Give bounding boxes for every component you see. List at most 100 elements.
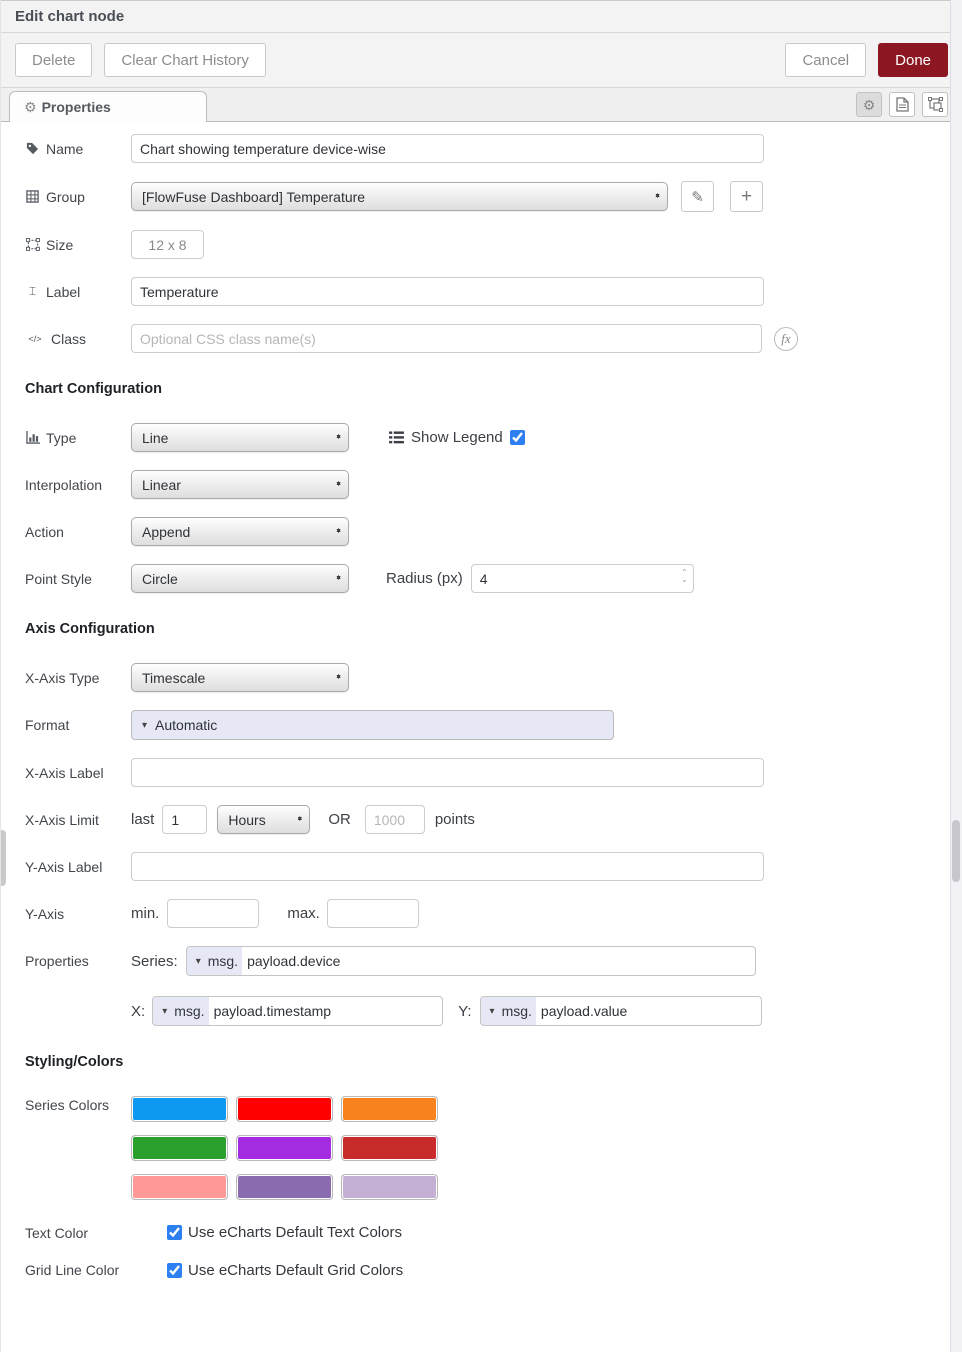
series-property-row: Properties Series: ▾msg. payload.device — [25, 946, 962, 976]
limit-points-input[interactable] — [365, 805, 425, 834]
use-default-grid-colors-checkbox[interactable] — [167, 1263, 182, 1278]
vertical-scrollbar-thumb[interactable] — [952, 820, 960, 882]
points-label: points — [435, 811, 475, 828]
x-axis-label-input[interactable] — [131, 758, 764, 787]
appearance-icon — [928, 97, 943, 112]
point-style-label: Point Style — [25, 571, 131, 587]
size-row: Size 12 x 8 — [25, 230, 962, 259]
label-label: ⌶ Label — [25, 284, 131, 300]
vertical-scrollbar-track[interactable] — [950, 0, 962, 1352]
type-select[interactable]: Line ▲▼ — [131, 423, 349, 452]
gear-icon: ⚙ — [24, 100, 37, 114]
interpolation-select[interactable]: Linear ▲▼ — [131, 470, 349, 499]
grid-line-color-row: Grid Line Color Use eCharts Default Grid… — [25, 1261, 962, 1280]
series-colors-row: Series Colors — [25, 1096, 962, 1200]
x-axis-type-select[interactable]: Timescale ▲▼ — [131, 663, 349, 692]
x-axis-label-row: X-Axis Label — [25, 758, 962, 787]
properties-view-button[interactable]: ⚙ — [856, 92, 882, 117]
x-axis-limit-label: X-Axis Limit — [25, 812, 131, 828]
class-input[interactable] — [131, 324, 762, 353]
text-color-label: Text Color — [25, 1225, 167, 1241]
point-style-select[interactable]: Circle ▲▼ — [131, 564, 349, 593]
interpolation-row: Interpolation Linear ▲▼ — [25, 470, 962, 499]
action-label: Action — [25, 524, 131, 540]
y-axis-label-input[interactable] — [131, 852, 764, 881]
type-row: Type Line ▲▼ Show Legend — [25, 423, 962, 452]
series-color-swatch[interactable] — [131, 1096, 228, 1122]
y-axis-row: Y-Axis min. max. — [25, 899, 962, 928]
plus-icon: + — [741, 186, 752, 208]
show-legend-checkbox[interactable] — [510, 430, 525, 445]
series-color-swatch[interactable] — [131, 1174, 228, 1200]
format-dropdown[interactable]: ▾ Automatic — [131, 710, 614, 740]
y-max-input[interactable] — [327, 899, 419, 928]
dialog-header: Edit chart node — [1, 0, 962, 33]
last-label: last — [131, 811, 154, 828]
grid-line-color-label: Grid Line Color — [25, 1261, 167, 1280]
y-axis-label-label: Y-Axis Label — [25, 859, 131, 875]
series-color-swatch[interactable] — [236, 1096, 333, 1122]
class-row: </> Class fx — [25, 324, 962, 353]
use-default-text-colors-checkbox[interactable] — [167, 1225, 182, 1240]
radius-input[interactable] — [471, 564, 694, 593]
group-row: Group [FlowFuse Dashboard] Temperature ▲… — [25, 181, 962, 212]
format-row: Format ▾ Automatic — [25, 710, 962, 740]
dialog-toolbar: Delete Clear Chart History Cancel Done — [1, 33, 962, 88]
min-label: min. — [131, 905, 159, 922]
action-row: Action Append ▲▼ — [25, 517, 962, 546]
x-axis-label-label: X-Axis Label — [25, 765, 131, 781]
clear-chart-history-button[interactable]: Clear Chart History — [104, 43, 266, 77]
select-arrows-icon: ▲▼ — [335, 578, 342, 579]
left-scrollbar-thumb[interactable] — [1, 830, 6, 886]
series-colors-grid — [131, 1096, 438, 1200]
format-label: Format — [25, 717, 131, 733]
tab-properties-label: Properties — [42, 99, 111, 115]
label-input[interactable] — [131, 277, 764, 306]
show-legend-group: Show Legend — [389, 429, 525, 446]
action-select[interactable]: Append ▲▼ — [131, 517, 349, 546]
y-axis-label-row: Y-Axis Label — [25, 852, 962, 881]
cancel-button[interactable]: Cancel — [785, 43, 866, 77]
x-axis-type-row: X-Axis Type Timescale ▲▼ — [25, 663, 962, 692]
name-input[interactable] — [131, 134, 764, 163]
type-label: Type — [25, 430, 131, 446]
caret-down-icon: ▾ — [162, 1006, 167, 1017]
bar-chart-icon — [25, 431, 40, 444]
series-color-swatch[interactable] — [236, 1174, 333, 1200]
done-button[interactable]: Done — [878, 43, 948, 77]
appearance-view-button[interactable] — [922, 92, 948, 117]
delete-button[interactable]: Delete — [15, 43, 92, 77]
styling-colors-heading: Styling/Colors — [25, 1054, 962, 1070]
spinner-icon[interactable]: ⌃⌄ — [681, 569, 688, 583]
y-min-input[interactable] — [167, 899, 259, 928]
series-color-swatch[interactable] — [131, 1135, 228, 1161]
i-cursor-icon: ⌶ — [25, 284, 40, 299]
interpolation-label: Interpolation — [25, 477, 131, 493]
dialog-title: Edit chart node — [15, 8, 124, 25]
add-group-button[interactable]: + — [730, 181, 763, 212]
size-button[interactable]: 12 x 8 — [131, 230, 204, 259]
edit-group-button[interactable]: ✎ — [681, 181, 714, 212]
gear-icon: ⚙ — [863, 98, 876, 112]
limit-unit-select[interactable]: Hours ▲▼ — [217, 805, 310, 834]
y-typed-input[interactable]: ▾msg. payload.value — [480, 996, 762, 1026]
series-color-swatch[interactable] — [341, 1096, 438, 1122]
limit-count-input[interactable] — [162, 805, 207, 834]
x-typed-input[interactable]: ▾msg. payload.timestamp — [152, 996, 443, 1026]
properties-form: Name Group [FlowFuse Dashboard] Temperat… — [1, 122, 962, 1280]
series-colors-label: Series Colors — [25, 1096, 131, 1115]
series-color-swatch[interactable] — [236, 1135, 333, 1161]
tab-properties[interactable]: ⚙ Properties — [9, 91, 207, 122]
series-color-swatch[interactable] — [341, 1174, 438, 1200]
series-label: Series: — [131, 953, 178, 970]
code-icon: </> — [25, 334, 45, 344]
fx-icon: fx — [774, 327, 798, 351]
properties-label: Properties — [25, 953, 131, 969]
group-select[interactable]: [FlowFuse Dashboard] Temperature ▲▼ — [131, 182, 668, 211]
tab-actions: ⚙ — [856, 92, 948, 117]
series-color-swatch[interactable] — [341, 1135, 438, 1161]
max-label: max. — [287, 905, 320, 922]
description-view-button[interactable] — [889, 92, 915, 117]
series-typed-input[interactable]: ▾msg. payload.device — [186, 946, 756, 976]
show-legend-label: Show Legend — [411, 429, 503, 446]
